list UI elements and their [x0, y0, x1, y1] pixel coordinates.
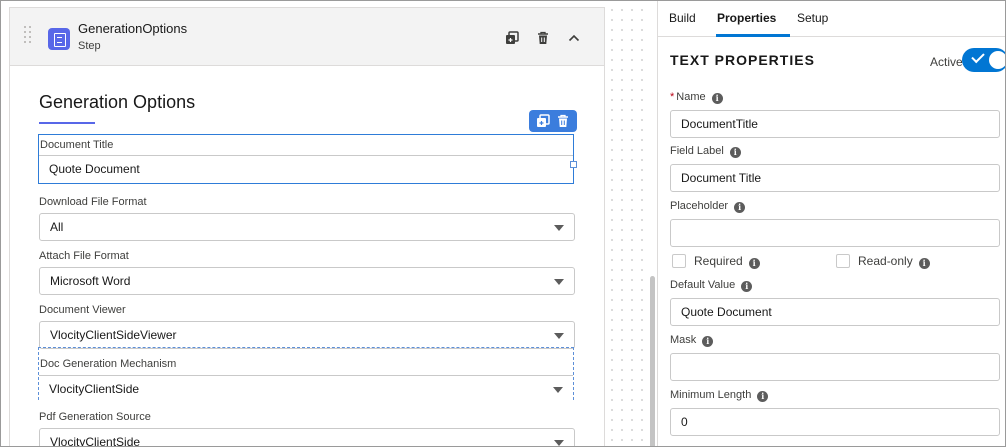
prop-label: Default Value i [670, 277, 1000, 293]
prop-mask: Mask i [670, 332, 1000, 381]
select-value: All [50, 220, 64, 234]
properties-panel: Build Properties Setup TEXT PROPERTIES A… [657, 1, 1005, 446]
prop-minimum-length: Minimum Length i 0 [670, 387, 1000, 436]
info-icon[interactable]: i [711, 93, 723, 104]
info-icon[interactable]: i [918, 258, 930, 269]
default-value-input[interactable]: Quote Document [670, 298, 1000, 326]
duplicate-icon[interactable] [535, 113, 551, 129]
document-viewer-select[interactable]: VlocityClientSideViewer [39, 321, 575, 349]
field-label-input[interactable]: Document Title [670, 164, 1000, 192]
field-label: Document Viewer [39, 304, 126, 316]
prop-label: * Name i [670, 89, 1000, 105]
mask-input[interactable] [670, 353, 1000, 381]
scrollbar[interactable] [650, 276, 655, 446]
doc-generation-mechanism-select[interactable]: VlocityClientSide [39, 375, 573, 403]
delete-icon[interactable] [555, 113, 571, 129]
field-attach-file-format: Attach File Format Microsoft Word [39, 248, 575, 295]
field-document-title[interactable]: Document Title Quote Document [38, 134, 577, 184]
prop-label-text: Default Value [670, 279, 736, 291]
step-header[interactable]: GenerationOptions Step [10, 8, 604, 66]
chevron-down-icon [553, 387, 563, 393]
drag-handle-icon[interactable] [24, 26, 34, 46]
info-icon[interactable]: i [734, 202, 746, 213]
checkbox-label: Read-only [858, 254, 913, 268]
chevron-down-icon [554, 279, 564, 285]
delete-icon[interactable] [535, 30, 551, 46]
info-icon[interactable]: i [729, 147, 741, 158]
section-title-underline [39, 122, 95, 124]
download-file-format-select[interactable]: All [39, 213, 575, 241]
required-checkbox[interactable] [672, 254, 686, 268]
active-toggle[interactable] [962, 48, 1005, 72]
document-title-input[interactable]: Quote Document [39, 155, 573, 183]
select-value: VlocityClientSide [49, 382, 140, 396]
read-only-checkbox-row[interactable]: Read-only i [836, 254, 930, 269]
placeholder-input[interactable] [670, 219, 1000, 247]
required-checkbox-row[interactable]: Required i [672, 254, 760, 269]
prop-label: Mask i [670, 332, 1000, 348]
prop-label-text: Name [676, 91, 706, 103]
prop-label: Minimum Length i [670, 387, 1000, 403]
info-icon[interactable]: i [702, 336, 714, 347]
field-document-viewer: Document Viewer VlocityClientSideViewer [39, 302, 575, 349]
field-pdf-generation-source: Pdf Generation Source VlocityClientSide [39, 409, 575, 447]
info-icon[interactable]: i [748, 258, 760, 269]
required-mark: * [670, 91, 675, 103]
chevron-up-icon[interactable] [566, 30, 582, 46]
panel-tabs: Build Properties Setup [658, 1, 1005, 37]
check-icon [971, 49, 985, 64]
chevron-down-icon [554, 225, 564, 231]
prop-label-text: Placeholder [670, 200, 729, 212]
field-label: Pdf Generation Source [39, 411, 151, 423]
select-value: Microsoft Word [50, 274, 131, 288]
section-title: Generation Options [39, 92, 196, 112]
step-type-icon [48, 28, 70, 50]
pdf-generation-source-select[interactable]: VlocityClientSide [39, 428, 575, 447]
field-label: Document Title [40, 139, 114, 151]
step-canvas: GenerationOptions Step Generation Option… [9, 7, 605, 447]
step-subtitle: Step [78, 40, 101, 52]
chevron-down-icon [554, 333, 564, 339]
element-toolbar[interactable] [529, 110, 577, 132]
prop-label-text: Mask [670, 334, 697, 346]
app-frame: GenerationOptions Step Generation Option… [0, 0, 1006, 447]
prop-name: * Name i DocumentTitle [670, 89, 1000, 138]
prop-default-value: Default Value i Quote Document [670, 277, 1000, 326]
prop-placeholder: Placeholder i [670, 198, 1000, 247]
toggle-knob [989, 51, 1005, 69]
step-title: GenerationOptions [78, 21, 188, 36]
prop-label-text: Minimum Length [670, 389, 752, 401]
panel-title: TEXT PROPERTIES [670, 52, 815, 68]
tab-properties[interactable]: Properties [717, 11, 776, 25]
canvas-grid [607, 1, 651, 446]
field-download-file-format: Download File Format All [39, 194, 575, 241]
minimum-length-input[interactable]: 0 [670, 408, 1000, 436]
active-label: Active [930, 55, 963, 69]
prop-label: Placeholder i [670, 198, 1000, 214]
resize-handle[interactable] [570, 161, 577, 168]
chevron-down-icon [554, 440, 564, 446]
read-only-checkbox[interactable] [836, 254, 850, 268]
tab-setup[interactable]: Setup [797, 11, 828, 25]
checkbox-label: Required [694, 254, 743, 268]
field-label: Download File Format [39, 196, 147, 208]
tab-build[interactable]: Build [669, 11, 696, 25]
info-icon[interactable]: i [757, 391, 769, 402]
attach-file-format-select[interactable]: Microsoft Word [39, 267, 575, 295]
info-icon[interactable]: i [741, 281, 753, 292]
select-value: VlocityClientSideViewer [50, 328, 177, 342]
duplicate-icon[interactable] [504, 30, 520, 46]
field-label: Doc Generation Mechanism [40, 358, 177, 370]
prop-label-text: Field Label [670, 145, 724, 157]
field-label: Attach File Format [39, 250, 129, 262]
active-tab-indicator [716, 34, 790, 37]
prop-label: Field Label i [670, 143, 1000, 159]
field-doc-generation-mechanism[interactable]: Doc Generation Mechanism VlocityClientSi… [38, 347, 574, 403]
select-value: VlocityClientSide [50, 435, 141, 447]
prop-field-label: Field Label i Document Title [670, 143, 1000, 192]
name-input[interactable]: DocumentTitle [670, 110, 1000, 138]
